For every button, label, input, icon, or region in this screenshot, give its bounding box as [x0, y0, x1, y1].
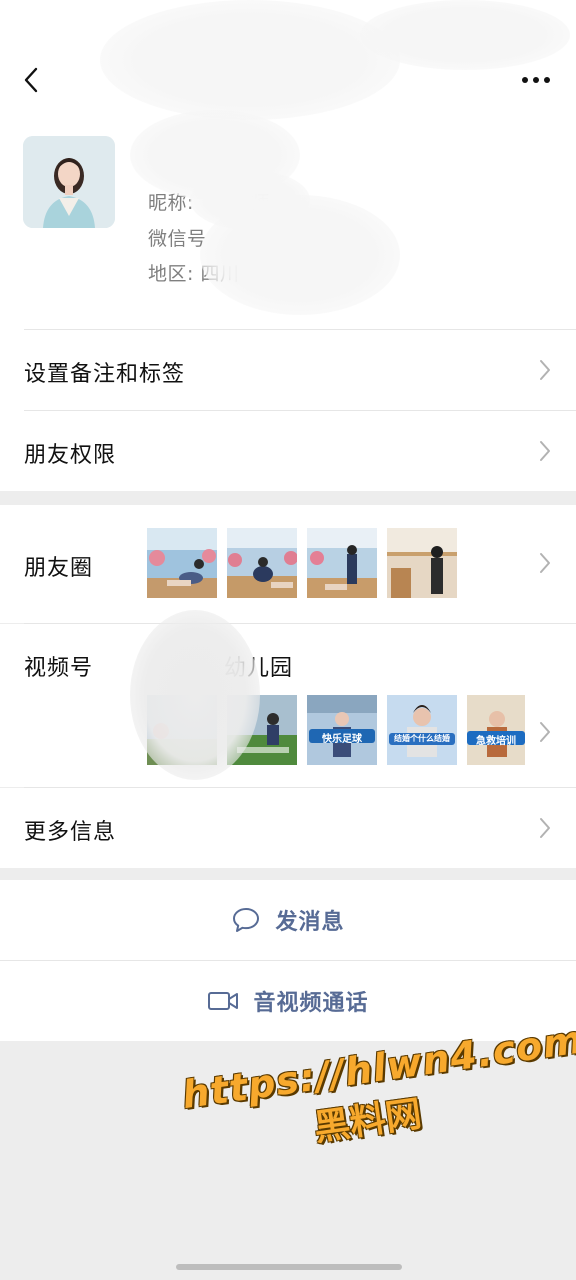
more-info-label: 更多信息: [24, 820, 117, 845]
moments-row[interactable]: 朋友圈: [0, 505, 576, 623]
moments-thumbnail: [307, 528, 377, 598]
home-indicator: [176, 1264, 402, 1270]
redaction-blur: [360, 0, 570, 70]
chevron-right-icon: [538, 551, 552, 575]
send-message-button[interactable]: 发消息: [0, 880, 576, 960]
channels-label: 视频号: [24, 656, 94, 681]
redaction-blur: [200, 195, 400, 315]
chevron-right-icon: [538, 816, 552, 840]
section-gap: [0, 491, 576, 505]
moments-thumbnail: [227, 528, 297, 598]
send-message-label: 发消息: [275, 910, 345, 935]
remark-tags-row[interactable]: 设置备注和标签: [0, 330, 576, 410]
video-camera-icon: [207, 990, 239, 1012]
more-info-row[interactable]: 更多信息: [0, 788, 576, 868]
moments-thumbnail: [147, 528, 217, 598]
section-gap: [0, 868, 576, 880]
wechat-id-row: 微信号: [148, 224, 207, 251]
wechat-id-label: 微信号: [148, 228, 207, 250]
redaction-blur: [130, 610, 260, 780]
friend-permissions-row[interactable]: 朋友权限: [0, 411, 576, 491]
more-icon[interactable]: [516, 62, 556, 98]
avatar[interactable]: [23, 136, 115, 228]
channel-thumbnail: 结婚个什么结婚: [387, 695, 457, 765]
chevron-right-icon: [538, 720, 552, 744]
watermark: https://hlwn4.com 黑料网: [179, 1017, 576, 1193]
video-call-label: 音视频通话: [253, 991, 369, 1016]
friend-permissions-label: 朋友权限: [24, 443, 117, 468]
back-icon[interactable]: [16, 60, 46, 100]
region-label: 地区:: [148, 263, 201, 285]
channels-row[interactable]: 视频号 幼儿园 快乐足球 结婚个什么结婚 急救培训: [0, 624, 576, 787]
chat-bubble-icon: [231, 906, 261, 934]
channel-thumbnail: 急救培训: [467, 695, 525, 765]
channel-thumb-caption: 结婚个什么结婚: [394, 734, 450, 743]
channel-thumb-caption: 急救培训: [476, 736, 516, 747]
redaction-blur: [100, 0, 400, 120]
chevron-right-icon: [538, 358, 552, 382]
channel-thumbnail: 快乐足球: [307, 695, 377, 765]
moments-thumbnail: [387, 528, 457, 598]
moments-label: 朋友圈: [24, 556, 94, 581]
chevron-right-icon: [538, 439, 552, 463]
remark-tags-label: 设置备注和标签: [24, 362, 186, 387]
channel-thumb-caption: 快乐足球: [322, 734, 362, 745]
